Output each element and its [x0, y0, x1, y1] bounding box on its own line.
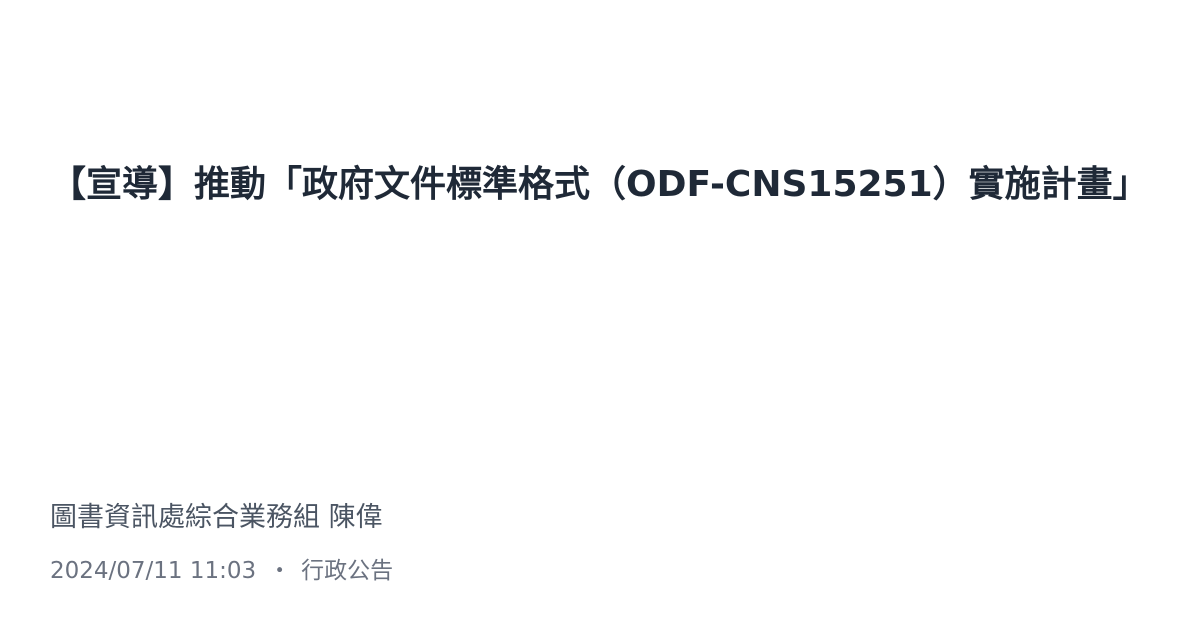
post-datetime: 2024/07/11 11:03	[50, 558, 257, 584]
meta-separator: ・	[268, 558, 292, 584]
share-card: 【宣導】推動「政府文件標準格式（ODF-CNS15251）實施計畫」 圖書資訊處…	[0, 0, 1200, 630]
author-line: 圖書資訊處綜合業務組 陳偉	[50, 502, 383, 533]
post-title: 【宣導】推動「政府文件標準格式（ODF-CNS15251）實施計畫」	[50, 164, 1149, 205]
post-category: 行政公告	[301, 558, 394, 584]
meta-line: 2024/07/11 11:03 ・行政公告	[50, 555, 393, 587]
